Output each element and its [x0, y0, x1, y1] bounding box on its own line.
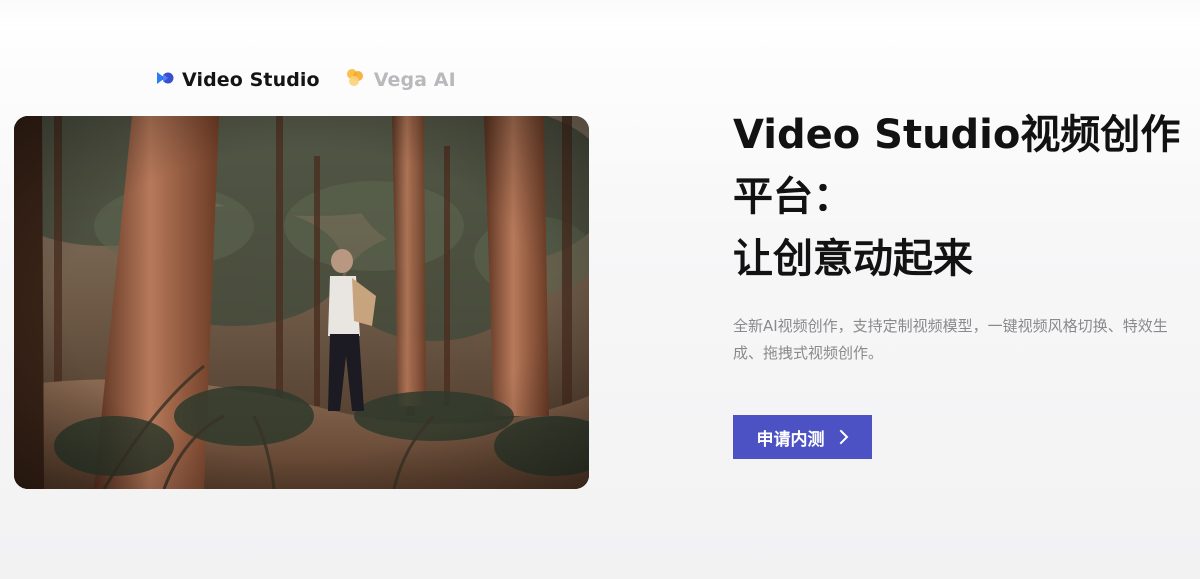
vega-ai-logo-icon	[344, 67, 366, 93]
headline-line: Video Studio视频创作	[733, 112, 1181, 158]
top-strip	[0, 0, 1200, 30]
headline-line: 让创意动起来	[733, 236, 973, 282]
product-tabs: Video Studio Vega AI	[156, 66, 456, 94]
apply-beta-button[interactable]: 申请内测	[733, 415, 872, 459]
tab-video-studio[interactable]: Video Studio	[156, 69, 320, 91]
tab-label: Vega AI	[373, 69, 456, 91]
apply-beta-button-label: 申请内测	[756, 429, 825, 450]
hero-video-image[interactable]	[14, 116, 589, 489]
video-studio-logo-icon	[156, 70, 174, 90]
hero-headline: Video Studio视频创作 平台： 让创意动起来	[733, 104, 1183, 290]
forest-hiker-video-still	[14, 116, 589, 489]
tab-label: Video Studio	[182, 69, 320, 91]
headline-line: 平台：	[733, 174, 853, 220]
chevron-right-icon	[839, 429, 849, 445]
hero-description: 全新AI视频创作，支持定制视频模型，一键视频风格切换、特效生成、拖拽式视频创作。	[733, 317, 1168, 362]
tab-vega-ai[interactable]: Vega AI	[344, 67, 456, 93]
